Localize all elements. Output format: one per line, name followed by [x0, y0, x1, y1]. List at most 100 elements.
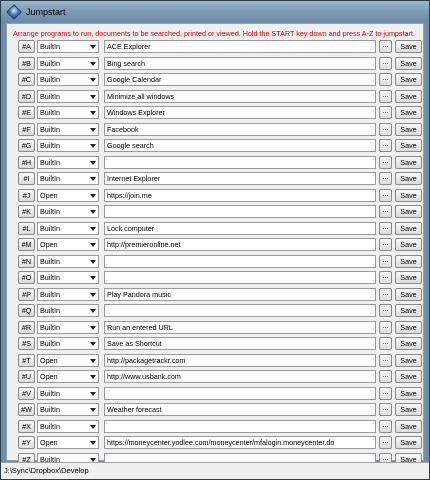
browse-button[interactable]: ... [379, 155, 392, 169]
save-button[interactable]: Save [395, 287, 422, 301]
target-input[interactable]: Weather forecast [104, 403, 376, 416]
target-input[interactable]: http://www.usbank.com [104, 370, 376, 383]
browse-button[interactable]: ... [379, 304, 392, 317]
browse-button[interactable]: ... [379, 40, 392, 53]
action-type-dropdown[interactable]: BuiltIn [37, 73, 99, 86]
browse-button[interactable]: ... [379, 106, 392, 119]
target-input[interactable]: Minimize all windows [104, 89, 376, 103]
key-button[interactable]: #U [18, 370, 35, 383]
browse-button[interactable]: ... [379, 221, 392, 235]
browse-button[interactable]: ... [379, 56, 392, 70]
action-type-dropdown[interactable]: BuiltIn [37, 172, 99, 185]
save-button[interactable]: Save [395, 403, 422, 416]
save-button[interactable]: Save [395, 370, 422, 383]
target-input[interactable] [104, 155, 376, 169]
browse-button[interactable]: ... [379, 73, 392, 86]
key-button[interactable]: #Q [18, 304, 35, 317]
save-button[interactable]: Save [395, 436, 422, 449]
target-input[interactable]: Lock computer [104, 221, 376, 235]
target-input[interactable]: https://moneycenter.yodlee.com/moneycent… [104, 436, 376, 449]
key-button[interactable]: #T [18, 353, 35, 367]
target-input[interactable]: Run an entered URL [104, 320, 376, 334]
save-button[interactable]: Save [395, 221, 422, 235]
browse-button[interactable]: ... [379, 271, 392, 284]
save-button[interactable]: Save [395, 337, 422, 350]
key-button[interactable]: #P [18, 287, 35, 301]
key-button[interactable]: #N [18, 254, 35, 268]
key-button[interactable]: #J [18, 188, 35, 202]
target-input[interactable]: Internet Explorer [104, 172, 376, 185]
action-type-dropdown[interactable]: BuiltIn [37, 337, 99, 350]
target-input[interactable] [104, 304, 376, 317]
key-button[interactable]: #V [18, 386, 35, 400]
browse-button[interactable]: ... [379, 370, 392, 383]
browse-button[interactable]: ... [379, 386, 392, 400]
action-type-dropdown[interactable]: BuiltIn [37, 40, 99, 53]
action-type-dropdown[interactable]: BuiltIn [37, 304, 99, 317]
action-type-dropdown[interactable]: BuiltIn [37, 106, 99, 119]
action-type-dropdown[interactable]: Open [37, 238, 99, 251]
save-button[interactable]: Save [395, 238, 422, 251]
browse-button[interactable]: ... [379, 254, 392, 268]
key-button[interactable]: #O [18, 271, 35, 284]
save-button[interactable]: Save [395, 89, 422, 103]
save-button[interactable]: Save [395, 155, 422, 169]
key-button[interactable]: #M [18, 238, 35, 251]
action-type-dropdown[interactable]: BuiltIn [37, 122, 99, 136]
target-input[interactable]: https://join.me [104, 188, 376, 202]
target-input[interactable]: Facebook [104, 122, 376, 136]
target-input[interactable] [104, 386, 376, 400]
save-button[interactable]: Save [395, 106, 422, 119]
target-input[interactable]: http://packagetrackr.com [104, 353, 376, 367]
browse-button[interactable]: ... [379, 205, 392, 218]
title-bar[interactable]: Jumpstart [1, 1, 429, 22]
action-type-dropdown[interactable]: BuiltIn [37, 89, 99, 103]
browse-button[interactable]: ... [379, 188, 392, 202]
target-input[interactable]: Google Calendar [104, 73, 376, 86]
key-button[interactable]: #C [18, 73, 35, 86]
action-type-dropdown[interactable]: Open [37, 353, 99, 367]
key-button[interactable]: #R [18, 320, 35, 334]
save-button[interactable]: Save [395, 254, 422, 268]
browse-button[interactable]: ... [379, 337, 392, 350]
action-type-dropdown[interactable]: Open [37, 370, 99, 383]
key-button[interactable]: #I [18, 172, 35, 185]
browse-button[interactable]: ... [379, 238, 392, 251]
action-type-dropdown[interactable]: BuiltIn [37, 287, 99, 301]
key-button[interactable]: #K [18, 205, 35, 218]
browse-button[interactable]: ... [379, 89, 392, 103]
save-button[interactable]: Save [395, 271, 422, 284]
target-input[interactable]: Windows Explorer [104, 106, 376, 119]
save-button[interactable]: Save [395, 122, 422, 136]
save-button[interactable]: Save [395, 56, 422, 70]
key-button[interactable]: #A [18, 40, 35, 53]
save-button[interactable]: Save [395, 73, 422, 86]
action-type-dropdown[interactable]: BuiltIn [37, 205, 99, 218]
action-type-dropdown[interactable]: BuiltIn [37, 320, 99, 334]
action-type-dropdown[interactable]: BuiltIn [37, 386, 99, 400]
key-button[interactable]: #F [18, 122, 35, 136]
target-input[interactable]: Save as Shortcut [104, 337, 376, 350]
key-button[interactable]: #W [18, 403, 35, 416]
key-button[interactable]: #L [18, 221, 35, 235]
action-type-dropdown[interactable]: BuiltIn [37, 221, 99, 235]
target-input[interactable]: Bing search [104, 56, 376, 70]
save-button[interactable]: Save [395, 205, 422, 218]
browse-button[interactable]: ... [379, 353, 392, 367]
action-type-dropdown[interactable]: Open [37, 436, 99, 449]
action-type-dropdown[interactable]: BuiltIn [37, 254, 99, 268]
target-input[interactable] [104, 254, 376, 268]
action-type-dropdown[interactable]: BuiltIn [37, 419, 99, 433]
browse-button[interactable]: ... [379, 287, 392, 301]
browse-button[interactable]: ... [379, 436, 392, 449]
key-button[interactable]: #S [18, 337, 35, 350]
save-button[interactable]: Save [395, 40, 422, 53]
key-button[interactable]: #B [18, 56, 35, 70]
browse-button[interactable]: ... [379, 122, 392, 136]
browse-button[interactable]: ... [379, 172, 392, 185]
save-button[interactable]: Save [395, 172, 422, 185]
save-button[interactable]: Save [395, 139, 422, 152]
browse-button[interactable]: ... [379, 320, 392, 334]
target-input[interactable] [104, 271, 376, 284]
browse-button[interactable]: ... [379, 139, 392, 152]
